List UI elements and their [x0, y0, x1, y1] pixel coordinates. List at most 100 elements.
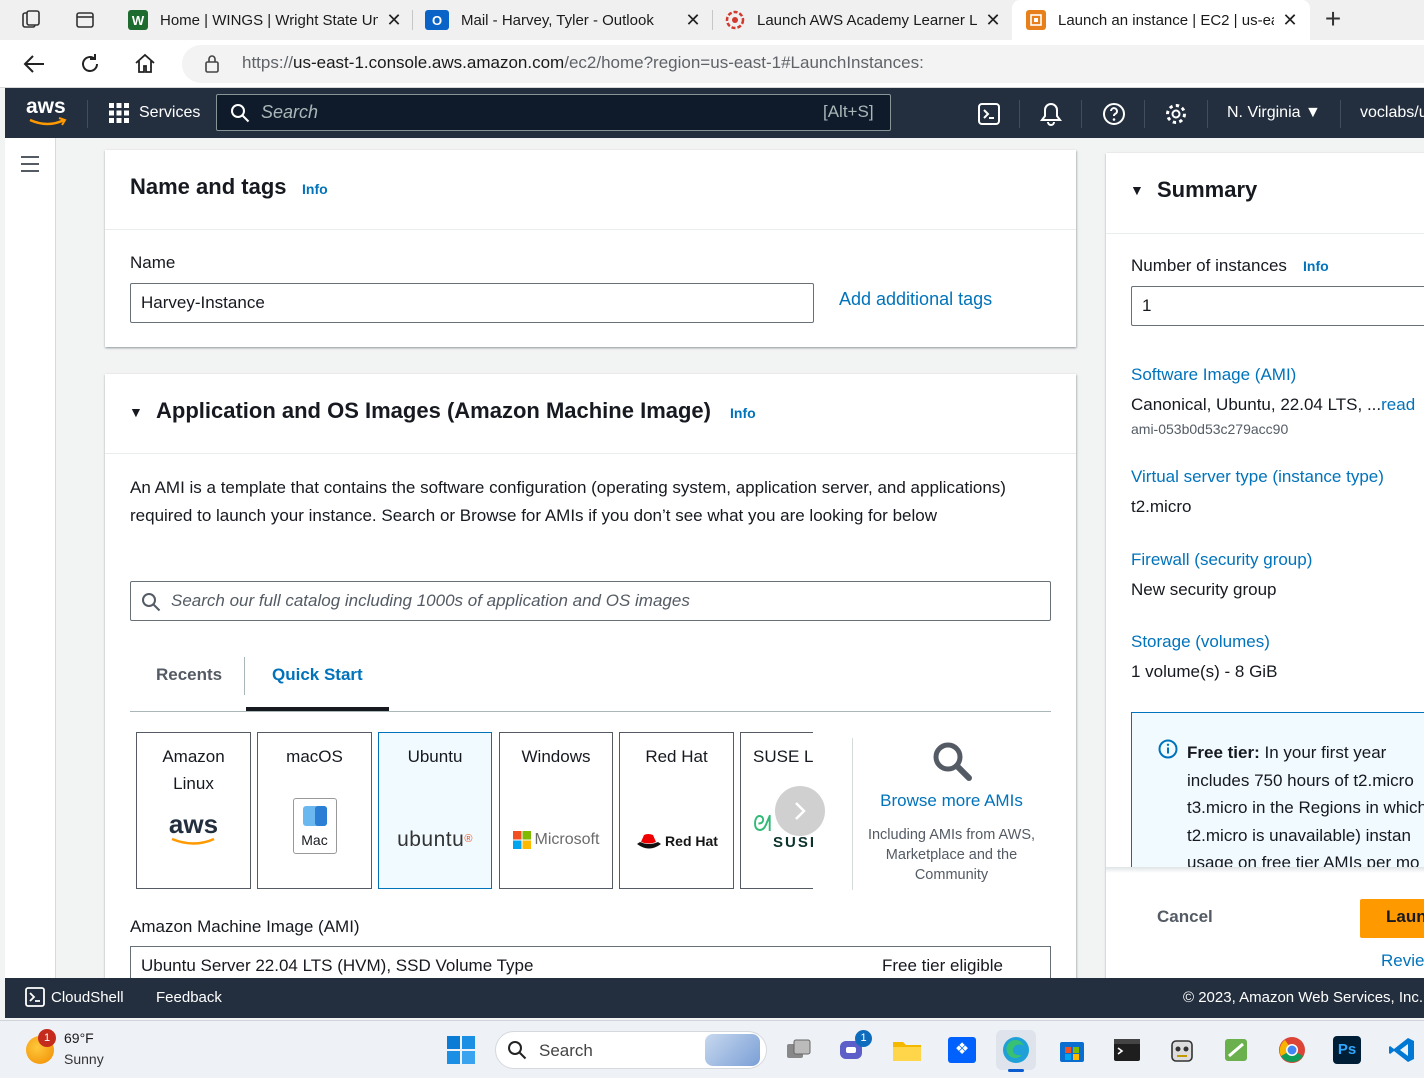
cancel-button[interactable]: Cancel	[1157, 907, 1213, 927]
browser-tab-wings[interactable]: W Home | WINGS | Wright State Un ✕	[128, 0, 404, 40]
ubuntu-logo-text: ubuntu	[397, 828, 465, 851]
close-tab-icon[interactable]: ✕	[983, 10, 1003, 31]
ami-card-windows[interactable]: Windows Microsoft	[499, 732, 613, 889]
ami-description: An AMI is a template that contains the s…	[130, 478, 1006, 525]
weather-temp[interactable]: 69°F	[64, 1030, 94, 1046]
url-path: /ec2/home?region=us-east-1#LaunchInstanc…	[564, 53, 924, 72]
num-instances-info-link[interactable]: Info	[1303, 258, 1329, 274]
app-green-tool-icon[interactable]	[1216, 1030, 1256, 1070]
notifications-bell-icon[interactable]	[1039, 101, 1063, 127]
panel-divider	[1106, 233, 1424, 234]
ami-info-link[interactable]: Info	[730, 405, 756, 421]
software-image-value: Canonical, Ubuntu, 22.04 LTS, ...read	[1131, 395, 1415, 415]
browser-tab-outlook[interactable]: O Mail - Harvey, Tyler - Outlook ✕	[425, 0, 703, 40]
close-tab-icon[interactable]: ✕	[384, 10, 404, 31]
new-tab-icon[interactable]: +	[1320, 5, 1346, 34]
browse-more-amis-link[interactable]: Browse more AMIs	[860, 791, 1043, 811]
ami-card-red-hat[interactable]: Red Hat Red Hat	[619, 732, 734, 889]
account-menu[interactable]: voclabs/u	[1360, 104, 1424, 122]
edge-browser-icon[interactable]	[996, 1030, 1036, 1070]
photoshop-icon[interactable]: Ps	[1327, 1030, 1367, 1070]
ami-panel	[105, 374, 1076, 984]
ami-card-label: Windows	[521, 747, 591, 766]
home-icon[interactable]	[133, 52, 157, 76]
url-text[interactable]: https://us-east-1.console.aws.amazon.com…	[242, 53, 924, 73]
caret-down-icon: ▼	[1304, 104, 1321, 121]
free-tier-alert: Free tier: In your first year includes 7…	[1131, 712, 1424, 867]
collapse-caret-icon[interactable]: ▼	[129, 404, 143, 420]
app-robot-icon[interactable]	[1162, 1030, 1202, 1070]
carousel-next-button[interactable]	[775, 786, 825, 836]
search-shortcut-hint: [Alt+S]	[823, 102, 874, 121]
collapse-caret-icon[interactable]: ▼	[1130, 182, 1144, 198]
terminal-icon[interactable]	[1107, 1030, 1147, 1070]
ami-card-macos[interactable]: macOS Mac	[257, 732, 372, 889]
weather-condition: Sunny	[64, 1051, 104, 1067]
hamburger-menu-icon[interactable]	[20, 155, 40, 173]
services-grid-icon[interactable]	[108, 102, 130, 124]
dropbox-icon[interactable]: ❖	[942, 1030, 982, 1070]
ami-select-label: Amazon Machine Image (AMI)	[130, 917, 360, 936]
ami-card-label: Ubuntu	[407, 747, 463, 766]
nav-divider	[1340, 100, 1341, 128]
refresh-icon[interactable]	[78, 52, 102, 76]
ami-card-amazon-linux[interactable]: Amazon Linux aws	[136, 732, 251, 889]
vscode-icon[interactable]	[1382, 1030, 1422, 1070]
name-input[interactable]: Harvey-Instance	[130, 283, 814, 323]
active-tab-indicator	[246, 707, 389, 711]
firewall-value: New security group	[1131, 580, 1277, 599]
active-app-indicator	[1008, 1069, 1024, 1072]
footer-shadow	[1106, 867, 1424, 873]
instance-type-link[interactable]: Virtual server type (instance type)	[1131, 467, 1384, 487]
name-tags-heading: Name and tags	[130, 174, 287, 199]
ami-card-label: SUSE Li	[753, 747, 813, 766]
free-tier-line: t3.micro in the Regions in which	[1187, 798, 1424, 817]
settings-gear-icon[interactable]	[1164, 102, 1188, 126]
chevron-right-icon	[795, 802, 806, 820]
read-more-link[interactable]: read	[1381, 395, 1415, 414]
tab-recents[interactable]: Recents	[156, 665, 222, 685]
review-commands-link[interactable]: Revie	[1381, 951, 1424, 971]
wings-w-icon: W	[128, 10, 148, 30]
close-tab-icon[interactable]: ✕	[683, 10, 703, 31]
instance-type-value: t2.micro	[1131, 497, 1192, 516]
browser-tab-ec2[interactable]: Launch an instance | EC2 | us-eas ✕	[1012, 0, 1310, 40]
help-icon[interactable]	[1102, 102, 1126, 126]
tab-actions-icon[interactable]	[74, 9, 96, 31]
ami-card-ubuntu[interactable]: Ubuntu ubuntu®	[378, 732, 492, 889]
services-menu[interactable]: Services	[139, 104, 200, 122]
tab-quick-start[interactable]: Quick Start	[272, 665, 363, 685]
storage-link[interactable]: Storage (volumes)	[1131, 632, 1270, 652]
red-hat-logo-text: Red Hat	[665, 833, 718, 849]
windows-start-icon[interactable]	[441, 1030, 481, 1070]
close-tab-icon[interactable]: ✕	[1280, 10, 1300, 31]
nav-divider	[1207, 100, 1208, 128]
back-icon[interactable]	[22, 52, 48, 76]
cloudshell-icon[interactable]	[25, 987, 45, 1007]
browser-tab-aws-academy[interactable]: Launch AWS Academy Learner La ✕	[725, 0, 1003, 40]
suse-logo-text: SUSI	[773, 834, 813, 851]
feedback-link[interactable]: Feedback	[156, 989, 222, 1006]
weather-badge: 1	[38, 1029, 56, 1047]
region-selector[interactable]: N. Virginia ▼	[1227, 104, 1321, 122]
workspaces-icon[interactable]	[20, 9, 44, 31]
add-additional-tags-link[interactable]: Add additional tags	[839, 289, 992, 310]
task-view-icon[interactable]	[779, 1030, 819, 1070]
url-scheme: https://	[242, 53, 294, 72]
software-image-link[interactable]: Software Image (AMI)	[1131, 365, 1296, 385]
search-highlight-icon	[705, 1034, 760, 1066]
lock-icon[interactable]	[203, 54, 221, 74]
launch-instance-button[interactable]: Laun	[1360, 899, 1424, 938]
chrome-icon[interactable]	[1272, 1030, 1312, 1070]
cloudshell-link[interactable]: CloudShell	[51, 989, 124, 1006]
file-explorer-icon[interactable]	[887, 1030, 927, 1070]
cloudshell-icon[interactable]	[977, 102, 1001, 126]
microsoft-store-icon[interactable]	[1052, 1030, 1092, 1070]
name-tags-info-link[interactable]: Info	[302, 181, 328, 197]
ami-catalog-search-input[interactable]: Search our full catalog including 1000s …	[130, 581, 1051, 621]
aws-logo[interactable]: aws	[26, 96, 70, 130]
num-instances-input[interactable]: 1	[1131, 286, 1424, 326]
ami-card-label: Amazon Linux	[162, 747, 225, 793]
outlook-icon: O	[425, 10, 449, 30]
firewall-link[interactable]: Firewall (security group)	[1131, 550, 1312, 570]
